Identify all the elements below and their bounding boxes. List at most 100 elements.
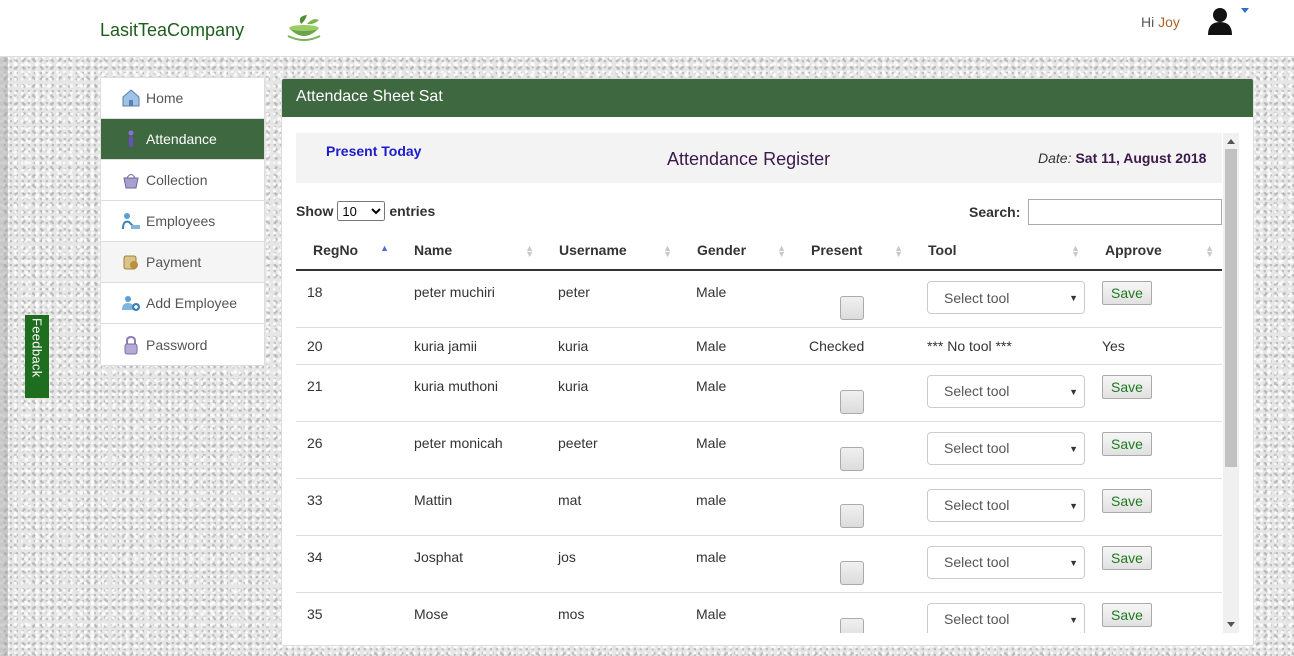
- table-row: 20 kuria jamii kuria Male Checked *** No…: [296, 327, 1222, 365]
- cell-present: [794, 478, 911, 536]
- tool-select[interactable]: Select tool ▼: [927, 431, 1085, 465]
- show-label: Show: [296, 203, 334, 219]
- cell-username: kuria: [542, 327, 680, 365]
- cell-name: Mattin: [397, 478, 542, 536]
- save-button[interactable]: Save: [1102, 281, 1152, 305]
- panel-title: Attendace Sheet Sat: [282, 79, 1253, 117]
- sidebar-item-employees[interactable]: Employees: [101, 201, 264, 242]
- sidebar-item-label: Home: [146, 90, 184, 106]
- cell-present-checked: Checked: [794, 327, 911, 365]
- table-row: 35 Mose mos Male Select tool ▼ Save: [296, 592, 1222, 633]
- save-button[interactable]: Save: [1102, 374, 1152, 399]
- entries-select[interactable]: 10: [337, 201, 386, 221]
- present-checkbox[interactable]: [840, 617, 864, 633]
- register-title: Attendance Register: [667, 149, 831, 169]
- cell-regno: 21: [296, 364, 397, 422]
- column-header-username[interactable]: Username ▲ ▼: [542, 231, 680, 271]
- search-input[interactable]: [1028, 199, 1222, 225]
- present-checkbox[interactable]: [840, 503, 864, 528]
- cell-present: [794, 270, 911, 328]
- column-header-approve[interactable]: Approve ▲ ▼: [1088, 231, 1222, 271]
- column-header-regno[interactable]: RegNo ▲: [296, 231, 397, 271]
- chevron-down-icon: ▼: [1069, 293, 1078, 303]
- cell-approve: Save: [1088, 478, 1222, 536]
- present-checkbox[interactable]: [840, 560, 864, 585]
- chevron-down-icon: ▼: [1069, 386, 1078, 397]
- tool-select[interactable]: Select tool ▼: [927, 374, 1085, 408]
- table-row: 21 kuria muthoni kuria Male Select tool ▼…: [296, 364, 1222, 422]
- user-greeting: Hi Joy: [1141, 14, 1180, 30]
- cell-gender: Male: [680, 327, 794, 365]
- cell-name: peter muchiri: [397, 270, 542, 328]
- scroll-up-icon[interactable]: [1227, 139, 1235, 144]
- sidebar-item-add-employee[interactable]: Add Employee: [101, 283, 264, 324]
- cell-tool: Select tool ▼: [911, 592, 1088, 633]
- save-button[interactable]: Save: [1102, 488, 1152, 513]
- present-checkbox[interactable]: [840, 446, 864, 471]
- table-header-row: RegNo ▲ Name ▲ ▼ Username ▲ ▼ Gender ▲ ▼ Presen…: [296, 231, 1222, 271]
- sort-asc-icon: ▲: [380, 243, 389, 253]
- cell-approve: Save: [1088, 592, 1222, 633]
- brand-name[interactable]: LasitTeaCompany: [100, 20, 244, 41]
- cell-name: Josphat: [397, 535, 542, 593]
- table-row: 26 peter monicah peeter Male Select tool…: [296, 421, 1222, 479]
- tool-select[interactable]: Select tool ▼: [927, 281, 1085, 314]
- sidebar-item-label: Collection: [146, 172, 208, 188]
- attendance-panel: Attendace Sheet Sat Present Today Attend…: [281, 78, 1254, 646]
- cell-gender: male: [680, 478, 794, 536]
- tool-select[interactable]: Select tool ▼: [927, 488, 1085, 522]
- sort-both-icon: ▲ ▼: [894, 243, 903, 259]
- cell-regno: 18: [296, 270, 397, 328]
- sidebar-item-collection[interactable]: Collection: [101, 160, 264, 201]
- cell-present: [794, 364, 911, 422]
- column-header-gender[interactable]: Gender ▲ ▼: [680, 231, 794, 271]
- table-row: 18 peter muchiri peter Male Select tool ▼…: [296, 270, 1222, 328]
- sidebar-item-label: Add Employee: [146, 295, 238, 311]
- present-today-link[interactable]: Present Today: [326, 143, 421, 159]
- column-header-present[interactable]: Present ▲ ▼: [794, 231, 911, 271]
- attendance-icon: [121, 129, 141, 149]
- sidebar-item-label: Employees: [146, 213, 216, 229]
- cell-name: Mose: [397, 592, 542, 633]
- tool-select[interactable]: Select tool ▼: [927, 545, 1085, 579]
- chevron-down-icon: ▼: [1069, 614, 1078, 625]
- sidebar-item-payment[interactable]: Payment: [101, 242, 264, 283]
- employees-icon: [121, 211, 141, 231]
- user-avatar-icon[interactable]: [1207, 7, 1233, 35]
- present-checkbox[interactable]: [840, 389, 864, 414]
- date-label: Date:: [1038, 150, 1072, 166]
- feedback-tab[interactable]: Feedback: [25, 315, 49, 398]
- column-header-name[interactable]: Name ▲ ▼: [397, 231, 542, 271]
- table-search: Search:: [969, 199, 1222, 225]
- cell-gender: Male: [680, 364, 794, 422]
- tool-select[interactable]: Select tool ▼: [927, 602, 1085, 633]
- cell-tool: Select tool ▼: [911, 421, 1088, 479]
- cell-regno: 34: [296, 535, 397, 593]
- scroll-down-icon[interactable]: [1227, 622, 1235, 627]
- sort-both-icon: ▲ ▼: [1071, 243, 1080, 259]
- cell-tool: Select tool ▼: [911, 364, 1088, 422]
- cell-approve: Save: [1088, 364, 1222, 422]
- column-header-tool[interactable]: Tool ▲ ▼: [911, 231, 1088, 271]
- present-checkbox[interactable]: [840, 296, 864, 320]
- user-menu-caret-icon[interactable]: [1241, 8, 1249, 13]
- cell-tool: Select tool ▼: [911, 270, 1088, 328]
- save-button[interactable]: Save: [1102, 602, 1152, 627]
- save-button[interactable]: Save: [1102, 431, 1152, 456]
- add-user-icon: [121, 293, 141, 313]
- save-button[interactable]: Save: [1102, 545, 1152, 570]
- cell-approve: Save: [1088, 421, 1222, 479]
- vertical-scrollbar[interactable]: [1223, 133, 1239, 633]
- cell-name: peter monicah: [397, 421, 542, 479]
- attendance-table: RegNo ▲ Name ▲ ▼ Username ▲ ▼ Gender ▲ ▼ Presen…: [296, 231, 1222, 633]
- cell-regno: 33: [296, 478, 397, 536]
- sort-both-icon: ▲ ▼: [663, 243, 672, 259]
- table-row: 33 Mattin mat male Select tool ▼ Save: [296, 478, 1222, 536]
- scrollbar-thumb[interactable]: [1225, 149, 1237, 467]
- cell-regno: 35: [296, 592, 397, 633]
- sidebar-item-password[interactable]: Password: [101, 324, 264, 365]
- sidebar-item-attendance[interactable]: Attendance: [101, 119, 264, 160]
- cell-username: jos: [542, 535, 680, 593]
- sidebar-item-home[interactable]: Home: [101, 78, 264, 119]
- cell-tool: Select tool ▼: [911, 535, 1088, 593]
